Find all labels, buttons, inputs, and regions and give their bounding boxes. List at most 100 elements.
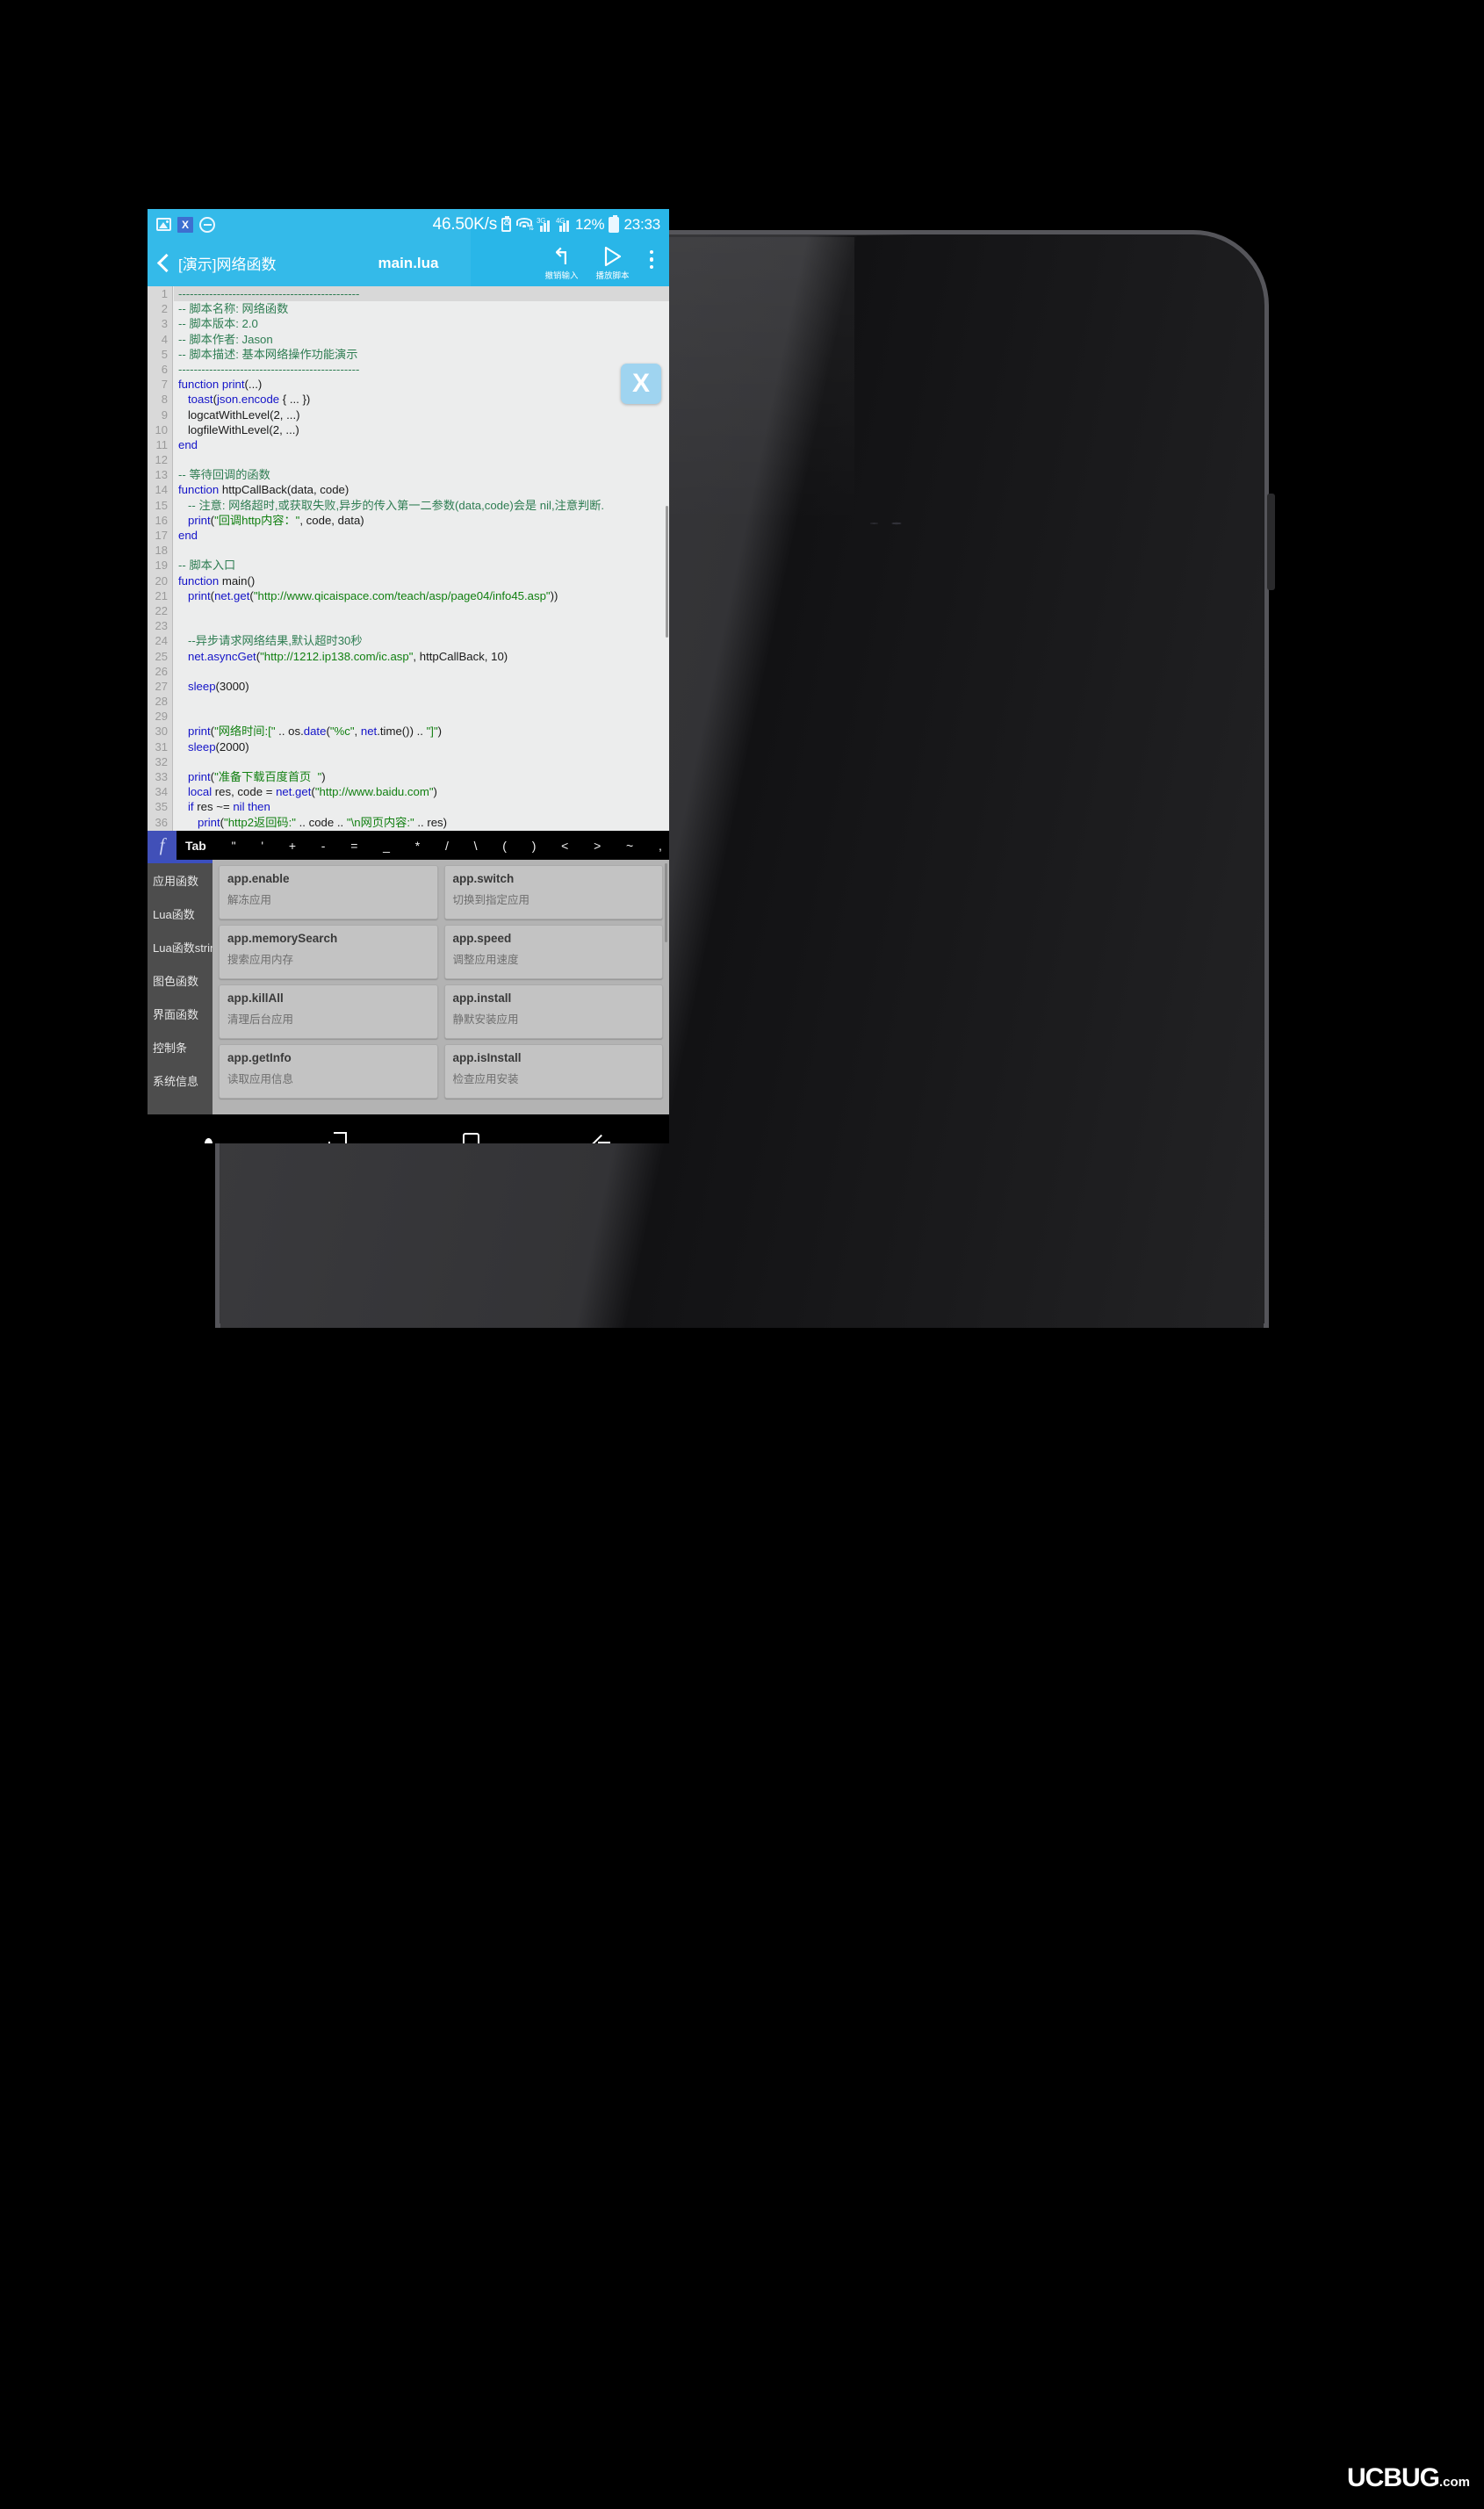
kebab-menu-icon[interactable] [645, 249, 659, 269]
code-line[interactable]: print("回调http内容：", code, data) [174, 513, 669, 528]
code-line[interactable]: sleep(3000) [174, 679, 669, 694]
function-card[interactable]: app.isInstall 检查应用安装 [443, 1044, 663, 1099]
function-category-item[interactable]: 图色函数 [148, 963, 213, 997]
menu-dot-icon[interactable] [204, 1137, 213, 1143]
symbol-key[interactable]: ( [502, 839, 507, 853]
code-line[interactable] [174, 709, 669, 724]
function-category-item[interactable]: 界面函数 [148, 997, 213, 1030]
symbol-key[interactable]: * [415, 839, 420, 853]
function-card[interactable]: app.switch 切换到指定应用 [443, 865, 663, 919]
code-line[interactable]: -- 等待回调的函数 [174, 467, 669, 482]
code-line[interactable] [174, 452, 669, 467]
function-category-list[interactable]: 应用函数 Lua函数 Lua函数string 图色函数 界面函数 控制条 系统信息 [148, 860, 222, 1114]
symbol-key[interactable]: > [594, 839, 601, 853]
code-token: end [178, 529, 198, 542]
code-line[interactable]: toast(json.encode { ... }) [174, 392, 669, 407]
code-content[interactable]: ----------------------------------------… [174, 286, 669, 831]
android-navigation-bar[interactable] [148, 1114, 669, 1143]
code-line[interactable]: print("准备下载百度首页 ") [174, 769, 669, 784]
code-line[interactable]: -- 脚本描述: 基本网络操作功能演示 [174, 347, 669, 362]
code-token: local [188, 785, 213, 799]
symbol-key[interactable]: ' [261, 839, 263, 853]
code-line[interactable]: function print(...) [174, 377, 669, 392]
code-line[interactable]: sleep(2000) [174, 739, 669, 754]
code-line[interactable]: print("网络时间:[" .. os.date("%c", net.time… [174, 724, 669, 739]
code-line[interactable]: print("http2返回码:" .. code .. "\n网页内容:" .… [174, 815, 669, 830]
code-line[interactable]: function httpCallBack(data, code) [174, 482, 669, 497]
power-button[interactable] [1267, 494, 1275, 590]
symbol-key[interactable]: Tab [185, 839, 206, 853]
symbol-list[interactable]: Tab " ' + - = _ * / \ () < > ~, [176, 839, 669, 853]
symbol-key[interactable]: = [350, 839, 357, 853]
function-card-desc: 清理后台应用 [227, 1013, 294, 1026]
symbol-key[interactable]: \ [474, 839, 478, 853]
code-token: "%c" [329, 725, 355, 739]
status-bar-left-icons: X [156, 216, 215, 233]
back-icon[interactable] [593, 1133, 612, 1143]
code-line[interactable]: -- 注意: 网络超时,或获取失败,异步的传入第一二参数(data,code)会… [174, 498, 669, 513]
symbol-key[interactable]: , [659, 839, 662, 853]
function-grid-scrollbar[interactable] [665, 863, 667, 942]
code-line[interactable]: function main() [174, 573, 669, 588]
code-editor[interactable]: 1 2 3 4 5 6 7 8 9 10 11 12 13 14 15 16 17 18 19 20 21 22 23 24 2… [148, 286, 669, 831]
code-line[interactable]: -- 脚本作者: Jason [174, 332, 669, 347]
code-line[interactable]: net.asyncGet("http://1212.ip138.com/ic.a… [174, 649, 669, 664]
code-line[interactable]: -- 脚本版本: 2.0 [174, 316, 669, 331]
code-line[interactable] [174, 618, 669, 633]
code-line[interactable]: logfileWithLevel(2, ...) [174, 422, 669, 437]
symbol-key[interactable]: - [321, 839, 326, 853]
code-line[interactable]: if res ~= nil then [174, 799, 669, 814]
function-card[interactable]: app.getInfo 读取应用信息 [219, 1044, 438, 1099]
function-panel[interactable]: 应用函数 Lua函数 Lua函数string 图色函数 界面函数 控制条 系统信息 app.… [148, 860, 669, 1114]
close-floating-button[interactable]: X [621, 364, 661, 404]
symbol-toolbar[interactable]: f Tab " ' + - = _ * / \ () < > ~, [148, 831, 669, 860]
function-category-item[interactable]: Lua函数string [148, 930, 222, 963]
function-card[interactable]: app.memorySearch 搜索应用内存 [219, 925, 438, 979]
symbol-key[interactable]: _ [383, 839, 390, 853]
line-number: 16 [155, 513, 168, 527]
back-chevron-icon[interactable] [158, 254, 170, 273]
code-line[interactable] [174, 603, 669, 618]
code-line[interactable]: -- 脚本入口 [174, 558, 669, 573]
code-line[interactable]: ----------------------------------------… [174, 286, 669, 302]
symbol-key[interactable]: ~ [626, 839, 633, 853]
code-line[interactable]: logcatWithLevel(2, ...) [174, 407, 669, 422]
switch-icon[interactable] [326, 1132, 349, 1143]
function-category-item[interactable]: Lua函数 [148, 897, 213, 930]
code-line[interactable] [174, 543, 669, 558]
code-line[interactable]: end [174, 528, 669, 543]
function-category-item[interactable]: 应用函数 [148, 863, 213, 897]
function-card[interactable]: app.killAll 清理后台应用 [219, 984, 438, 1039]
editor-scrollbar[interactable] [666, 506, 668, 638]
function-fx-icon[interactable]: f [148, 831, 176, 860]
symbol-key[interactable]: ) [532, 839, 537, 853]
code-line[interactable] [174, 754, 669, 769]
symbol-key[interactable]: " [232, 839, 236, 853]
run-script-button[interactable]: 播放脚本 [594, 245, 632, 281]
undo-button[interactable]: ↰ 撤销输入 [543, 245, 581, 281]
home-icon[interactable] [462, 1133, 479, 1143]
symbol-key[interactable]: < [561, 839, 568, 853]
function-card-name: app.memorySearch [227, 932, 338, 945]
code-line[interactable] [174, 664, 669, 679]
function-card[interactable]: app.enable 解冻应用 [219, 865, 438, 919]
code-token: ----------------------------------------… [178, 362, 360, 376]
phone-screen: X 46.50K/s ⇅ 3G 4G 12% 23:33 main.lua [演… [148, 209, 669, 1143]
symbol-key[interactable]: / [445, 839, 449, 853]
function-category-item[interactable]: 控制条 [148, 1030, 213, 1063]
function-category-item[interactable]: 系统信息 [148, 1063, 213, 1097]
function-card[interactable]: app.install 静默安装应用 [443, 984, 663, 1039]
code-line[interactable]: local res, code = net.get("http://www.ba… [174, 784, 669, 799]
code-line[interactable]: end [174, 437, 669, 452]
code-line[interactable]: --异步请求网络结果,默认超时30秒 [174, 633, 669, 648]
symbol-key[interactable]: + [289, 839, 296, 853]
code-line[interactable]: print(net.get("http://www.qicaispace.com… [174, 588, 669, 603]
code-line[interactable]: -- 脚本名称: 网络函数 [174, 301, 669, 316]
code-line[interactable] [174, 694, 669, 709]
code-line[interactable]: ----------------------------------------… [174, 362, 669, 377]
code-line[interactable]: sleep(2000) [174, 830, 669, 832]
line-number: 28 [155, 695, 168, 709]
function-card[interactable]: app.speed 调整应用速度 [443, 925, 663, 979]
line-number: 6 [161, 362, 168, 376]
function-card-grid[interactable]: app.enable 解冻应用 app.switch 切换到指定应用 app.memor… [213, 860, 669, 1114]
